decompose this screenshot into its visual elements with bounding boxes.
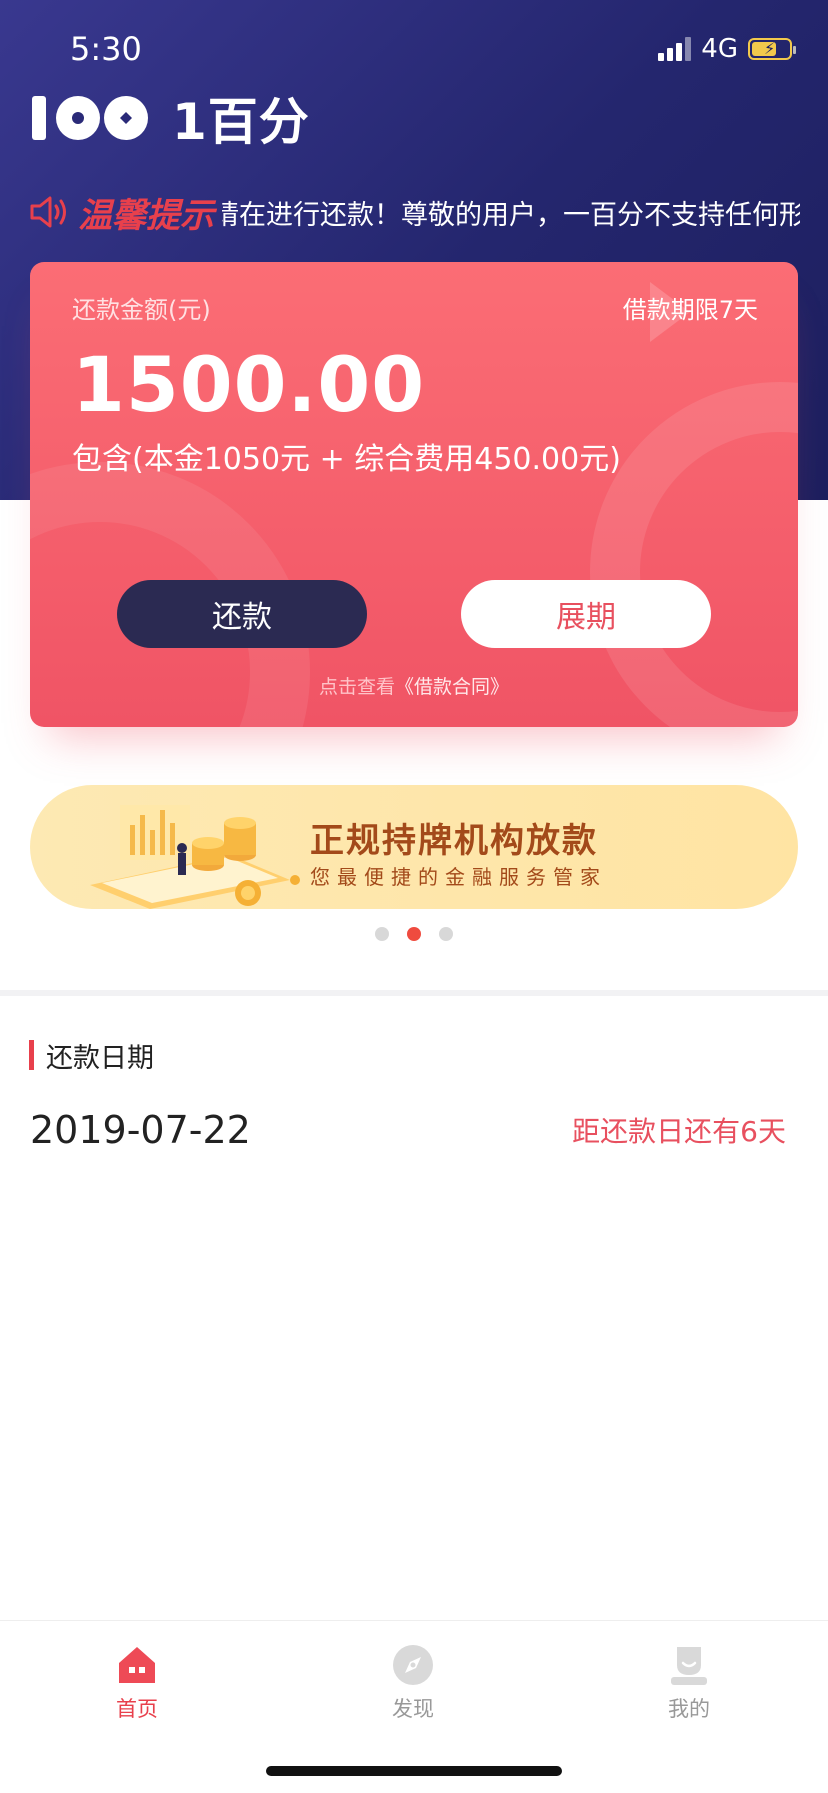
repayment-date: 2019-07-22 [30,1108,251,1152]
repayment-amount: 1500.00 [72,340,426,429]
tab-label: 发现 [392,1697,434,1721]
brand-name: 1百分 [172,93,310,151]
brand-logo: 1百分 [30,90,310,151]
amount-label: 还款金额(元) [72,296,211,324]
tab-label: 首页 [116,1697,158,1721]
tab-mine[interactable]: 我的 [619,1643,759,1723]
notice-title: 温馨提示 [78,195,214,236]
status-icons: 4G ⚡ [658,34,796,64]
carousel-dot-active[interactable] [407,927,421,941]
loan-term: 借款期限7天 [622,296,758,324]
battery-icon: ⚡ [748,38,796,60]
section-accent-bar [29,1040,34,1070]
banner-title: 正规持牌机构放款 [310,821,598,861]
carousel-dots [0,927,828,941]
tab-discover[interactable]: 发现 [343,1643,483,1723]
tab-home[interactable]: 首页 [67,1643,207,1723]
network-type: 4G [701,34,738,64]
carousel-dot[interactable] [439,927,453,941]
notice-text: 请在进行还款！尊敬的用户，一百分不支持任何形 [222,199,800,231]
contract-link[interactable]: 《借款合同》 [395,676,509,698]
home-icon [119,1647,155,1683]
days-until-due: 距还款日还有6天 [572,1115,786,1148]
home-indicator [266,1766,562,1776]
tab-label: 我的 [668,1697,710,1721]
contract-row: 点击查看《借款合同》 [30,672,798,699]
section-divider [0,990,828,996]
section-title: 还款日期 [46,1043,154,1074]
promo-banner[interactable]: 正规持牌机构放款 您最便捷的金融服务管家 [30,785,798,909]
finance-illustration-icon [90,805,300,909]
compass-icon [393,1645,433,1685]
signal-icon [658,37,692,61]
user-icon [671,1647,707,1685]
logo-mark-icon [32,96,148,140]
speaker-icon [30,196,66,228]
amount-breakdown: 包含(本金1050元 + 综合费用450.00元) [72,442,621,477]
loan-card: 还款金额(元) 借款期限7天 1500.00 包含(本金1050元 + 综合费用… [30,262,798,727]
extend-button[interactable]: 展期 [461,580,711,648]
repay-button[interactable]: 还款 [117,580,367,648]
status-time: 5:30 [70,30,142,68]
banner-subtitle: 您最便捷的金融服务管家 [310,865,607,889]
notice-bar[interactable]: 温馨提示 请在进行还款！尊敬的用户，一百分不支持任何形 [28,188,800,236]
notice-text-container: 请在进行还款！尊敬的用户，一百分不支持任何形 [222,193,800,232]
carousel-dot[interactable] [375,927,389,941]
contract-prefix: 点击查看 [318,676,395,698]
